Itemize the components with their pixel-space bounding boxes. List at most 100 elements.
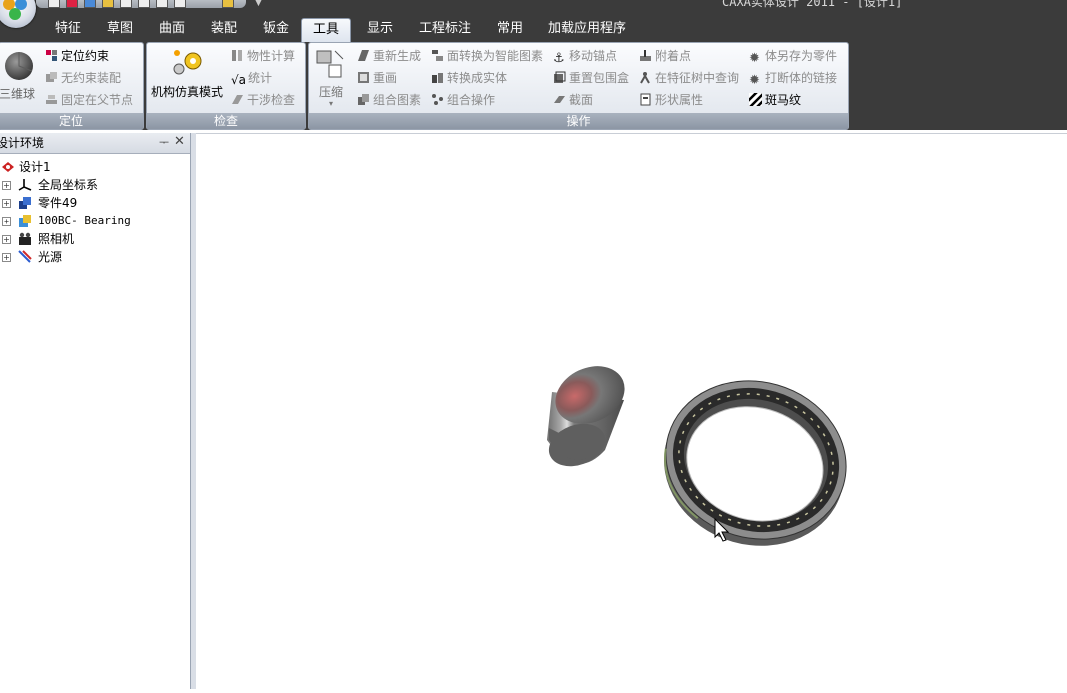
pin-icon[interactable]: ᅮ — [159, 133, 169, 153]
expand-icon[interactable]: + — [2, 253, 11, 262]
save-icon[interactable] — [84, 0, 96, 8]
redraw-button[interactable]: 重画 — [357, 69, 397, 87]
locate-constraint-button[interactable]: 定位约束 — [45, 47, 109, 65]
interference-check-button[interactable]: 干涉检查 — [231, 91, 295, 109]
face-to-smart-button[interactable]: 面转换为智能图素 — [431, 47, 543, 65]
attach-point-label: 附着点 — [655, 49, 692, 63]
combine-operation-button[interactable]: 组合操作 — [431, 91, 495, 109]
reset-bbox-button[interactable]: 重置包围盒 — [553, 69, 629, 87]
attach-point-button[interactable]: 附着点 — [639, 47, 691, 65]
light-icon — [18, 250, 32, 263]
expand-icon[interactable]: + — [2, 181, 11, 190]
group-positioning-title: 定位 — [0, 113, 143, 129]
camera-icon — [19, 232, 31, 245]
tab-common[interactable]: 常用 — [492, 18, 528, 40]
face-to-smart-label: 面转换为智能图素 — [447, 49, 544, 63]
shape-properties-button[interactable]: 形状属性 — [639, 91, 703, 109]
tab-sheetmetal[interactable]: 钣金 — [258, 18, 294, 40]
group-inspect: 机构仿真模式 物性计算 √a 统计 干涉检查 检查 — [146, 42, 306, 130]
redo-icon[interactable] — [156, 0, 168, 8]
bearing-icon — [19, 215, 31, 227]
expand-icon[interactable]: + — [2, 217, 11, 226]
zebra-stripes-label: 斑马纹 — [765, 93, 802, 107]
ribbon: 三维球 定位约束 无约束装配 固定在父节点 定位 机构仿真模式 物性计算 √a 统 — [0, 42, 1067, 130]
fix-to-parent-button[interactable]: 固定在父节点 — [45, 91, 133, 109]
section-label: 截面 — [569, 93, 594, 107]
app-menu-button[interactable] — [0, 0, 36, 28]
compress-dropdown-icon[interactable]: ▾ — [329, 99, 333, 108]
gears-icon — [173, 50, 202, 75]
shape-properties-label: 形状属性 — [655, 93, 704, 107]
triball-icon — [5, 52, 33, 80]
tree-label: 100BC- Bearing — [38, 214, 131, 227]
combine-operation-label: 组合操作 — [447, 93, 496, 107]
fix-to-parent-label: 固定在父节点 — [61, 93, 134, 107]
tab-surface[interactable]: 曲面 — [154, 18, 190, 40]
expand-icon[interactable]: + — [2, 199, 11, 208]
mechanism-simulation-button[interactable]: 机构仿真模式 — [149, 47, 225, 103]
constraint-icon — [46, 50, 57, 61]
window-title: CAXA实体设计 2011 - [设计1] — [722, 0, 903, 9]
assembly-icon — [46, 72, 57, 82]
mass-properties-icon — [232, 50, 242, 61]
mass-properties-button[interactable]: 物性计算 — [231, 47, 295, 65]
attach-point-icon — [640, 50, 651, 61]
design-viewport[interactable] — [196, 133, 1067, 690]
tab-tools[interactable]: 工具 — [301, 18, 351, 43]
convert-solid-button[interactable]: 转换成实体 — [431, 69, 507, 87]
qat-dropdown-icon[interactable]: ▼ — [255, 0, 262, 8]
save-body-as-part-label: 体另存为零件 — [765, 49, 838, 63]
design-icon — [2, 162, 14, 172]
regenerate-label: 重新生成 — [373, 49, 422, 63]
panel-title: 设计环境 — [0, 136, 45, 150]
combine-primitives-button[interactable]: 组合图素 — [357, 91, 421, 109]
statistics-button[interactable]: √a 统计 — [231, 69, 272, 87]
bearing-part[interactable] — [645, 360, 865, 567]
scene-canvas[interactable] — [196, 134, 1067, 690]
tree-label: 照相机 — [38, 232, 75, 246]
statistics-label: 统计 — [248, 71, 273, 85]
open-file-icon[interactable] — [66, 0, 78, 8]
face-smart-icon — [432, 50, 443, 61]
tab-assembly[interactable]: 装配 — [206, 18, 242, 40]
compress-button[interactable]: 压缩 ▾ — [313, 47, 351, 109]
title-bar: ▼ CAXA实体设计 2011 - [设计1] 特征 草图 曲面 装配 钣金 工… — [0, 0, 1067, 44]
new-file-icon[interactable] — [48, 0, 60, 8]
gear-icon: ✹ — [749, 51, 760, 66]
query-feature-tree-label: 在特征树中查询 — [655, 71, 740, 85]
close-icon[interactable]: ✕ — [174, 132, 185, 152]
tab-feature[interactable]: 特征 — [50, 18, 86, 40]
bbox-icon — [554, 71, 566, 83]
interference-check-label: 干涉检查 — [247, 93, 296, 107]
section-button[interactable]: 截面 — [553, 91, 593, 109]
folder-icon[interactable] — [102, 0, 114, 8]
print-icon[interactable] — [120, 0, 132, 8]
regenerate-icon — [358, 50, 369, 61]
tab-annotation[interactable]: 工程标注 — [414, 18, 476, 40]
tree-label: 零件49 — [38, 196, 78, 210]
design-environment-panel: 设计环境 ᅮ ✕ 设计1 + 全局坐标系 + 零件49 + 100BC- Bea… — [0, 133, 191, 689]
save-body-as-part-button[interactable]: ✹ 体另存为零件 — [749, 47, 838, 66]
tree-label: 光源 — [38, 250, 63, 264]
regenerate-button[interactable]: 重新生成 — [357, 47, 421, 65]
expand-icon[interactable]: + — [2, 235, 11, 244]
arrow-icon[interactable] — [174, 0, 186, 8]
triball-button[interactable]: 三维球 — [0, 47, 39, 103]
query-feature-tree-button[interactable]: 在特征树中查询 — [639, 69, 739, 87]
break-link-button[interactable]: ✹ 打断体的链接 — [749, 69, 837, 88]
redraw-label: 重画 — [373, 71, 398, 85]
tab-display[interactable]: 显示 — [362, 18, 398, 40]
zebra-stripes-button[interactable]: 斑马纹 — [749, 91, 801, 109]
move-anchor-button[interactable]: ⚓ 移动锚点 — [553, 47, 617, 66]
shape-props-icon — [640, 93, 651, 106]
tree-label: 设计1 — [19, 160, 51, 174]
tree-label: 全局坐标系 — [38, 178, 99, 192]
undo-icon[interactable] — [138, 0, 150, 8]
panel-header: 设计环境 ᅮ ✕ — [0, 133, 190, 154]
cylinder-part[interactable] — [543, 355, 634, 473]
select-icon[interactable] — [222, 0, 234, 8]
group-inspect-title: 检查 — [147, 113, 305, 129]
tab-sketch[interactable]: 草图 — [102, 18, 138, 40]
free-assembly-button[interactable]: 无约束装配 — [45, 69, 121, 87]
tab-addins[interactable]: 加载应用程序 — [544, 18, 630, 40]
